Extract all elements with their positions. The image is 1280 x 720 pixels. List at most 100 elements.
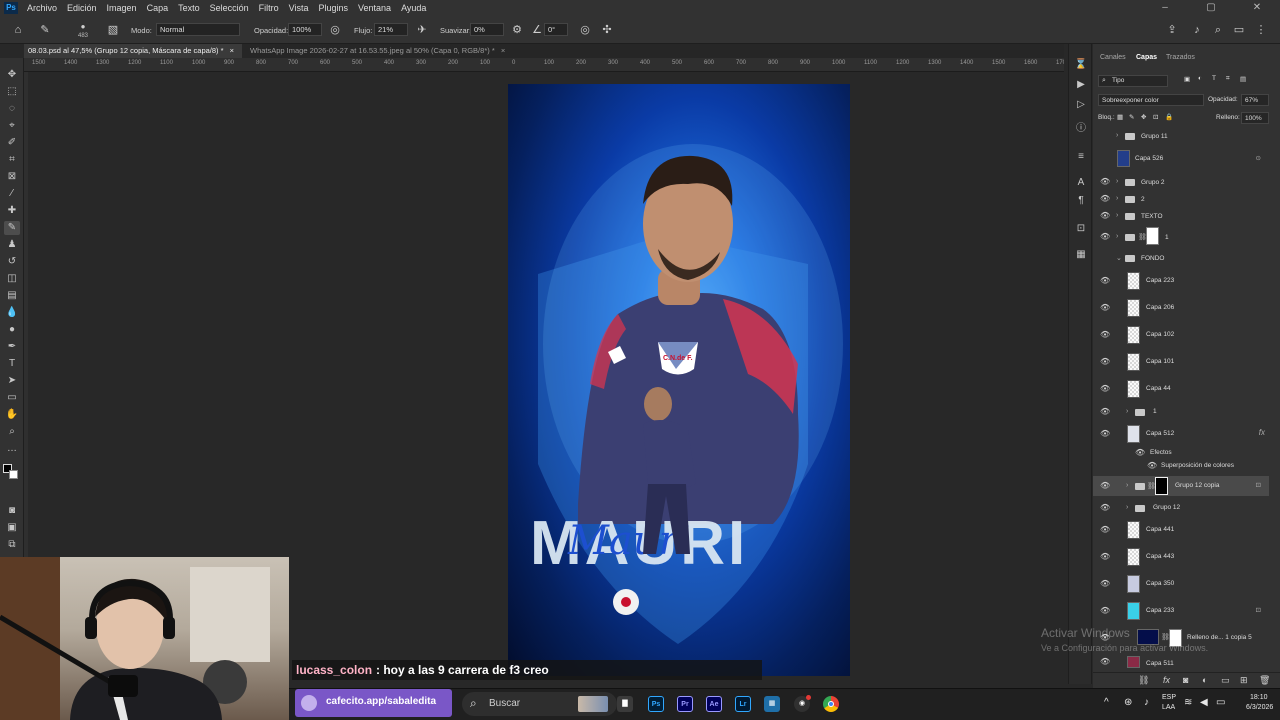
smooth-input[interactable]: 0% [470,23,504,36]
airbrush-icon[interactable]: ✈ [415,23,429,37]
eye-icon[interactable]: 👁 [1100,232,1110,241]
layer-row[interactable]: 👁 Capa 102 [1093,323,1269,347]
eye-icon[interactable]: 👁 [1100,330,1110,339]
eye-icon[interactable]: 👁 [1100,552,1110,561]
chevron-right-icon[interactable]: › [1116,178,1118,185]
tab-canales[interactable]: Canales [1100,50,1126,66]
quick-select-icon[interactable]: ✐ [4,136,20,150]
tab-close-icon[interactable]: × [230,46,234,55]
share-icon[interactable]: ⇪ [1165,23,1179,37]
blend-mode-select[interactable]: Sobreexponer color [1098,94,1204,106]
libraries-icon[interactable]: ⊡ [1073,222,1089,236]
poster-artwork[interactable]: C.N.de F. MAURI Mauri [508,84,850,676]
eraser-tool-icon[interactable]: ◫ [4,272,20,286]
lightroom-taskbar-icon[interactable]: Lr [735,696,751,712]
menu-archivo[interactable]: Archivo [22,3,62,13]
menu-ventana[interactable]: Ventana [353,3,396,13]
eye-icon[interactable]: 👁 [1100,177,1110,186]
battery-icon[interactable]: ▭ [1216,697,1225,708]
eye-icon[interactable]: 👁 [1100,211,1110,220]
tab-close-icon[interactable]: × [501,46,505,55]
eye-icon[interactable]: 👁 [1100,657,1110,666]
menu-texto[interactable]: Texto [173,3,205,13]
brush-preset-icon[interactable]: ● [76,20,90,34]
type-tool-icon[interactable]: T [4,357,20,371]
layer-row[interactable]: 👁 Capa 44 [1093,377,1269,401]
network-icon[interactable]: ⊛ [1124,697,1132,708]
layer-row[interactable]: 👁 Capa 443 [1093,545,1269,569]
close-icon[interactable]: ✕ [1234,0,1280,16]
mask-thumbnail[interactable] [1146,227,1159,245]
arrange-icon[interactable]: ⋮ [1254,23,1268,37]
layer-row[interactable]: 👁 › 1 [1093,404,1269,420]
eye-icon[interactable]: 👁 [1147,461,1157,470]
tab-document-active[interactable]: 08.03.psd al 47,5% (Grupo 12 copia, Másc… [24,44,242,58]
smooth-settings-icon[interactable]: ⚙ [510,23,524,37]
eye-icon[interactable]: 👁 [1100,481,1110,490]
lasso-tool-icon[interactable]: ◌ [4,102,20,116]
link-layers-icon[interactable]: ⛓ [1138,675,1149,686]
chevron-up-icon[interactable]: ^ [1104,697,1109,708]
cafecito-banner[interactable]: cafecito.app/sabaledita [295,689,452,717]
chevron-right-icon[interactable]: › [1126,408,1128,415]
menu-vista[interactable]: Vista [284,3,314,13]
language-code[interactable]: ESP [1162,694,1176,701]
filter-pixel-icon[interactable]: ▣ [1184,75,1190,83]
menu-seleccion[interactable]: Selección [205,3,254,13]
menu-capa[interactable]: Capa [142,3,174,13]
add-mask-icon[interactable]: ◙ [1183,675,1188,685]
brush-settings-icon[interactable]: ▧ [106,23,120,37]
tab-trazados[interactable]: Trazados [1166,50,1195,66]
eye-icon[interactable]: 👁 [1100,579,1110,588]
new-group-icon[interactable]: ▭ [1221,675,1230,686]
move-tool-icon[interactable]: ✥ [4,68,20,82]
eyedropper-icon[interactable]: ⁄ [4,187,20,201]
filter-adjust-icon[interactable]: ◐ [1198,75,1202,82]
character-icon[interactable]: A [1073,176,1089,190]
premiere-taskbar-icon[interactable]: Pr [677,696,693,712]
more-tools-icon[interactable]: … [4,442,20,456]
layer-row[interactable]: 👁 Capa 101 [1093,350,1269,374]
stamp-tool-icon[interactable]: ♟ [4,238,20,252]
mask-thumbnail[interactable] [1155,477,1168,495]
taskbar-search[interactable]: ⌕ Buscar [462,692,617,716]
layer-row[interactable]: 👁 › ⛓ 1 [1093,226,1269,248]
object-select-icon[interactable]: ⌖ [4,119,20,133]
brush-tool-icon[interactable]: ✎ [4,221,20,235]
workspace-icon[interactable]: ▭ [1232,23,1246,37]
actions-icon[interactable]: ▶ [1073,78,1089,92]
symmetry-icon[interactable]: ✣ [600,23,614,37]
menu-imagen[interactable]: Imagen [102,3,142,13]
lock-artboard-icon[interactable]: ⊡ [1153,113,1158,121]
clock-time[interactable]: 18:10 [1250,694,1268,701]
menu-filtro[interactable]: Filtro [254,3,284,13]
home-icon[interactable]: ⌂ [11,23,25,37]
layer-row[interactable]: 👁 Capa 206 [1093,296,1269,320]
new-adjustment-icon[interactable]: ◐ [1202,675,1207,685]
hand-tool-icon[interactable]: ✋ [4,408,20,422]
lock-all-icon[interactable]: 🔒 [1165,113,1173,121]
path-select-icon[interactable]: ➤ [4,374,20,388]
eye-icon[interactable]: 👁 [1100,357,1110,366]
photoshop-taskbar-icon[interactable]: Ps [648,696,664,712]
layer-row[interactable]: 👁 Capa 441 [1093,518,1269,542]
menu-plugins[interactable]: Plugins [314,3,354,13]
pressure-opacity-icon[interactable]: ◎ [328,23,342,37]
wifi-icon[interactable]: ≋ [1184,697,1192,708]
bell-icon[interactable]: ♪ [1190,23,1204,37]
panel-opacity-input[interactable]: 67% [1241,94,1269,106]
volume-icon[interactable]: ◀ [1200,697,1208,708]
layer-row[interactable]: 👁 Capa 512 fx [1093,422,1269,446]
effects-row[interactable]: 👁 Efectos [1093,447,1269,459]
blur-tool-icon[interactable]: 💧 [4,306,20,320]
delete-layer-icon[interactable]: 🗑 [1259,675,1270,686]
eye-icon[interactable]: 👁 [1100,303,1110,312]
flow-input[interactable]: 21% [374,23,408,36]
chevron-right-icon[interactable]: › [1116,233,1118,240]
layer-row[interactable]: Capa 526 ⊙ [1093,147,1269,171]
eye-icon[interactable]: 👁 [1100,384,1110,393]
chevron-right-icon[interactable]: › [1116,132,1118,139]
healing-brush-icon[interactable]: ✚ [4,204,20,218]
eye-icon[interactable]: 👁 [1135,448,1145,457]
menu-edicion[interactable]: Edición [62,3,102,13]
